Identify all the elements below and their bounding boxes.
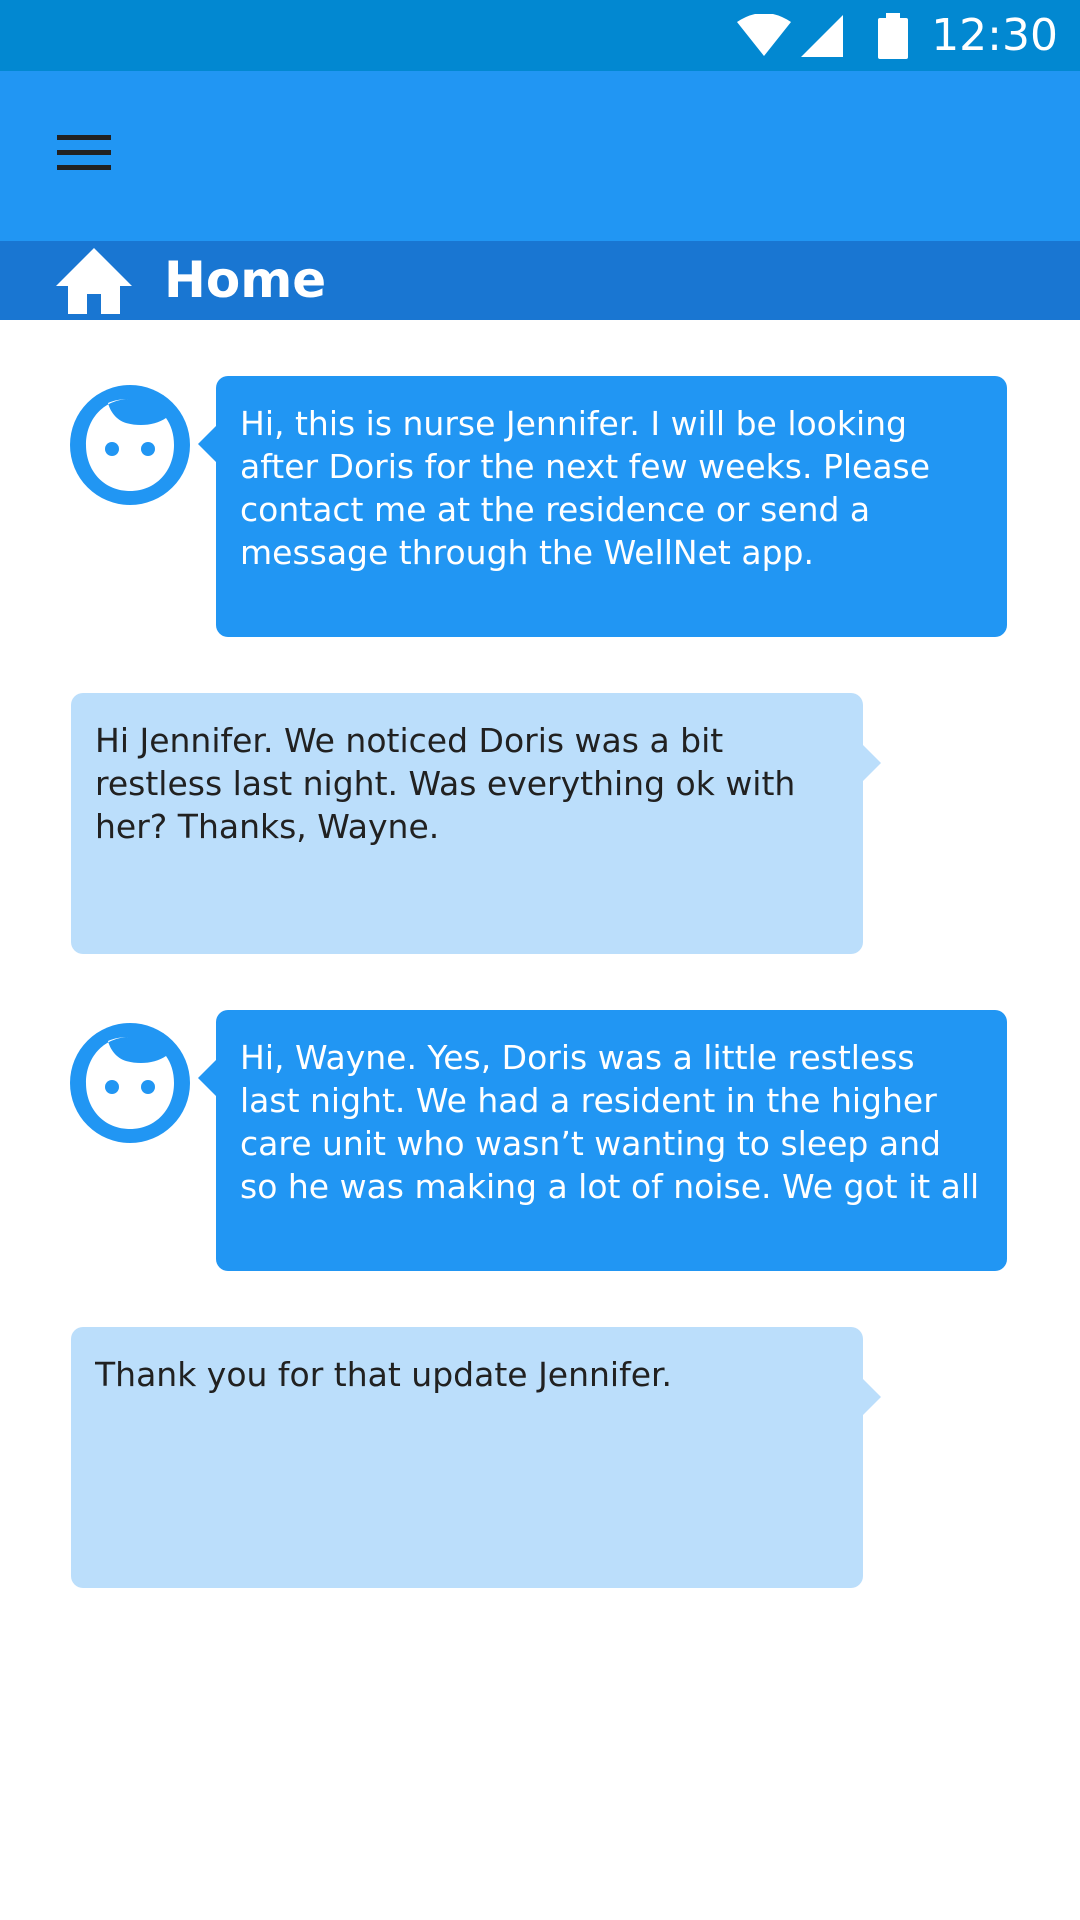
face-avatar-icon xyxy=(70,1023,190,1143)
status-bar: 12:30 xyxy=(0,0,1080,71)
face-avatar-icon xyxy=(70,385,190,505)
message-text: Hi, Wayne. Yes, Doris was a little restl… xyxy=(240,1038,980,1212)
hamburger-menu-icon[interactable] xyxy=(44,123,124,183)
title-bar: Home xyxy=(0,241,1080,320)
app-bar xyxy=(0,71,1080,241)
message-bubble-incoming[interactable]: Hi, Wayne. Yes, Doris was a little restl… xyxy=(198,1010,1007,1271)
home-icon xyxy=(56,248,132,314)
status-icons: 12:30 xyxy=(735,0,1080,71)
page-title: Home xyxy=(164,251,327,309)
message-text: Hi, this is nurse Jennifer. I will be lo… xyxy=(240,404,931,572)
wifi-icon xyxy=(737,13,792,56)
battery-icon xyxy=(878,12,909,59)
message-bubble-outgoing[interactable]: Hi Jennifer. We noticed Doris was a bit … xyxy=(71,693,881,954)
message-bubble-incoming[interactable]: Hi, this is nurse Jennifer. I will be lo… xyxy=(198,376,1007,637)
message-bubble-outgoing[interactable]: Thank you for that update Jennifer. xyxy=(71,1327,881,1588)
message-text: Thank you for that update Jennifer. xyxy=(95,1355,673,1394)
cell-signal-icon xyxy=(801,14,844,57)
status-time: 12:30 xyxy=(931,10,1058,61)
message-text: Hi Jennifer. We noticed Doris was a bit … xyxy=(95,721,796,846)
